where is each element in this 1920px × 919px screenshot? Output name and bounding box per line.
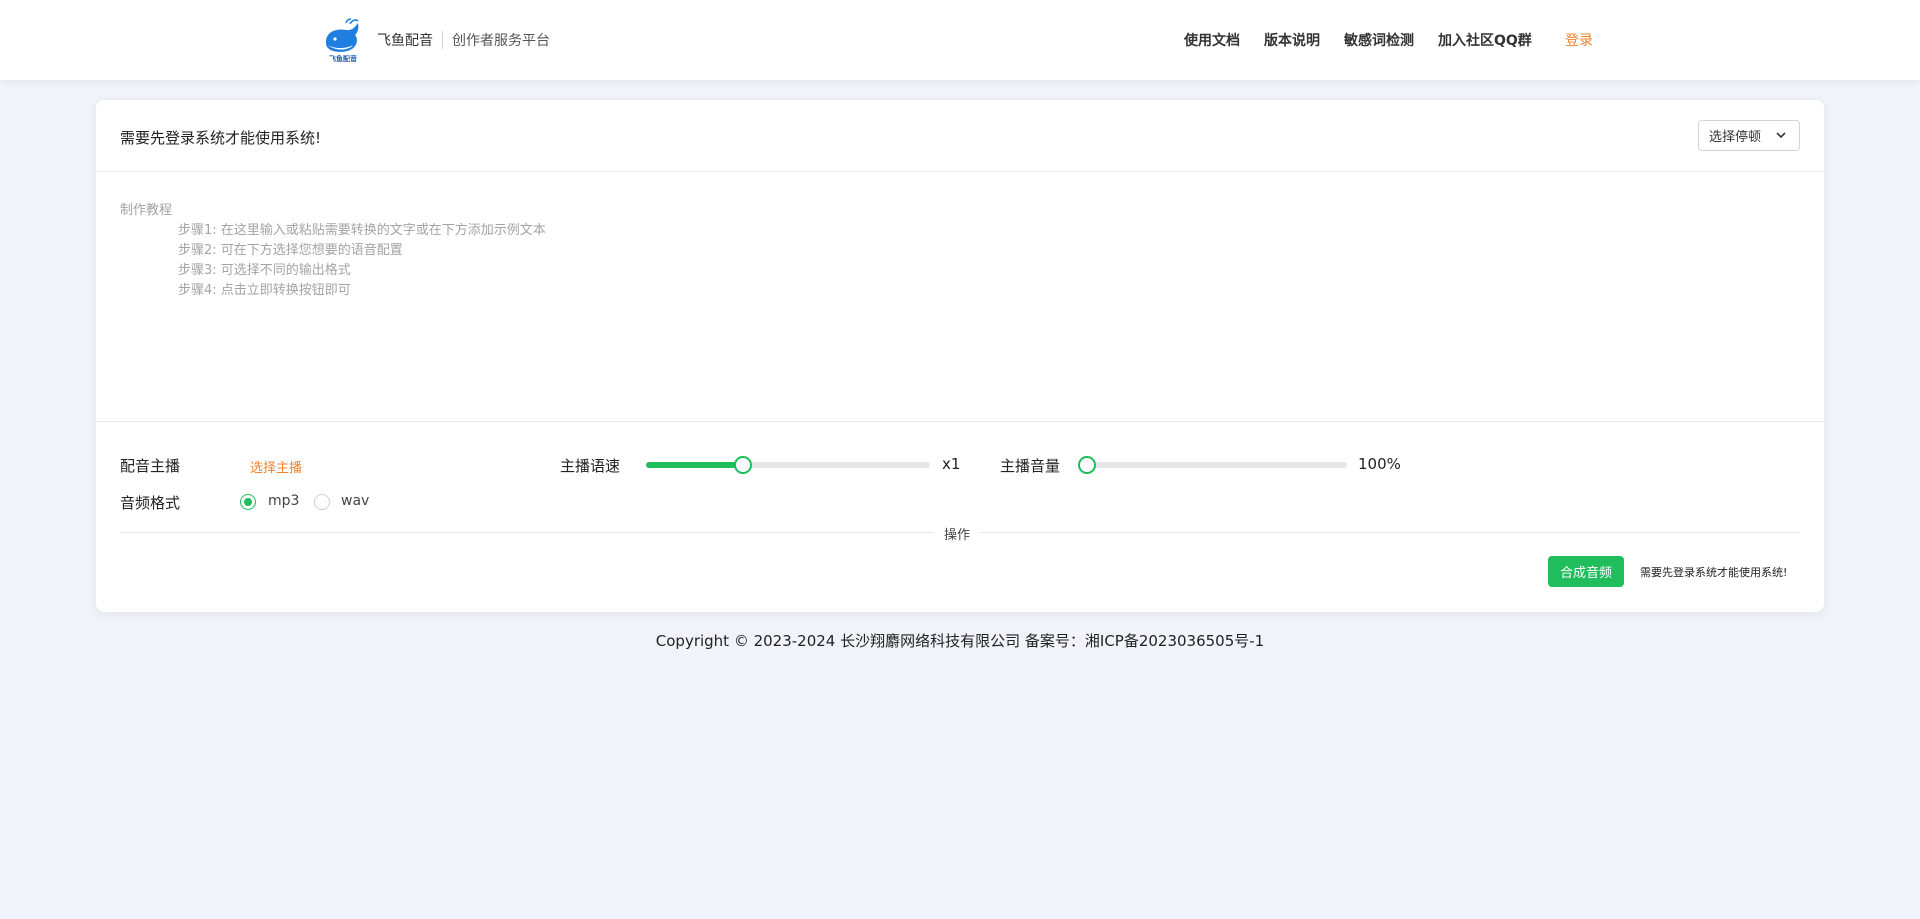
card-header: 需要先登录系统才能使用系统! 选择停顿 [96, 100, 1824, 172]
speed-slider[interactable] [646, 456, 930, 474]
format-radio-wav[interactable] [314, 494, 330, 510]
speed-slider-fill [646, 462, 743, 468]
format-option-label: mp3 [268, 493, 300, 509]
speed-label: 主播语速 [560, 457, 621, 475]
pause-select-dropdown[interactable]: 选择停顿 [1698, 120, 1800, 151]
voice-settings: 配音主播 选择主播 主播语速 x1 主播音量 100% 音频格式 mp3 wav… [96, 422, 1824, 612]
login-required-hint: 需要先登录系统才能使用系统! [1640, 566, 1788, 579]
text-input-area[interactable]: 制作教程 步骤1: 在这里输入或粘贴需要转换的文字或在下方添加示例文本 步骤2:… [96, 172, 1824, 422]
pause-select-label: 选择停顿 [1709, 130, 1762, 145]
nav-sensitive-word-check[interactable]: 敏感词检测 [1344, 30, 1414, 50]
brand-divider [442, 31, 443, 49]
format-radio-mp3[interactable] [240, 494, 256, 510]
nav-release-notes[interactable]: 版本说明 [1264, 30, 1320, 50]
brand[interactable]: 飞鱼配音 飞鱼配音 创作者服务平台 [322, 18, 550, 62]
login-link[interactable]: 登录 [1565, 30, 1593, 50]
volume-value: 100% [1358, 455, 1401, 473]
divider-label: 操作 [934, 524, 981, 543]
nav-docs[interactable]: 使用文档 [1184, 30, 1240, 50]
tutorial-step: 步骤2: 可在下方选择您想要的语音配置 [178, 243, 403, 258]
format-label: 音频格式 [120, 494, 181, 512]
tts-card: 需要先登录系统才能使用系统! 选择停顿 制作教程 步骤1: 在这里输入或粘贴需要… [96, 100, 1824, 612]
logo-caption: 飞鱼配音 [329, 54, 357, 62]
whale-logo-icon: 飞鱼配音 [322, 18, 364, 62]
synthesize-audio-button[interactable]: 合成音频 [1548, 556, 1624, 587]
brand-subtitle: 创作者服务平台 [452, 33, 550, 49]
volume-label: 主播音量 [1000, 457, 1061, 475]
format-option-label: wav [341, 493, 370, 509]
footer-copyright: Copyright © 2023-2024 长沙翔麝网络科技有限公司 备案号：湘… [655, 632, 1265, 650]
tutorial-step: 步骤3: 可选择不同的输出格式 [178, 263, 351, 278]
select-voice-link[interactable]: 选择主播 [250, 457, 302, 476]
top-navbar: 飞鱼配音 飞鱼配音 创作者服务平台 使用文档 版本说明 敏感词检测 加入社区QQ… [0, 0, 1920, 80]
tutorial-title: 制作教程 [120, 203, 173, 218]
tutorial-step: 步骤1: 在这里输入或粘贴需要转换的文字或在下方添加示例文本 [178, 223, 546, 238]
speed-slider-handle[interactable] [734, 456, 752, 474]
chevron-down-icon [1775, 129, 1787, 145]
speed-value: x1 [942, 455, 961, 473]
volume-slider-handle[interactable] [1078, 456, 1096, 474]
volume-slider[interactable] [1078, 456, 1347, 474]
voice-label: 配音主播 [120, 457, 181, 475]
brand-name: 飞鱼配音 [377, 33, 433, 49]
tutorial-step: 步骤4: 点击立即转换按钮即可 [178, 283, 351, 298]
login-required-notice: 需要先登录系统才能使用系统! [120, 129, 322, 147]
nav-join-qq-group[interactable]: 加入社区QQ群 [1438, 30, 1532, 50]
